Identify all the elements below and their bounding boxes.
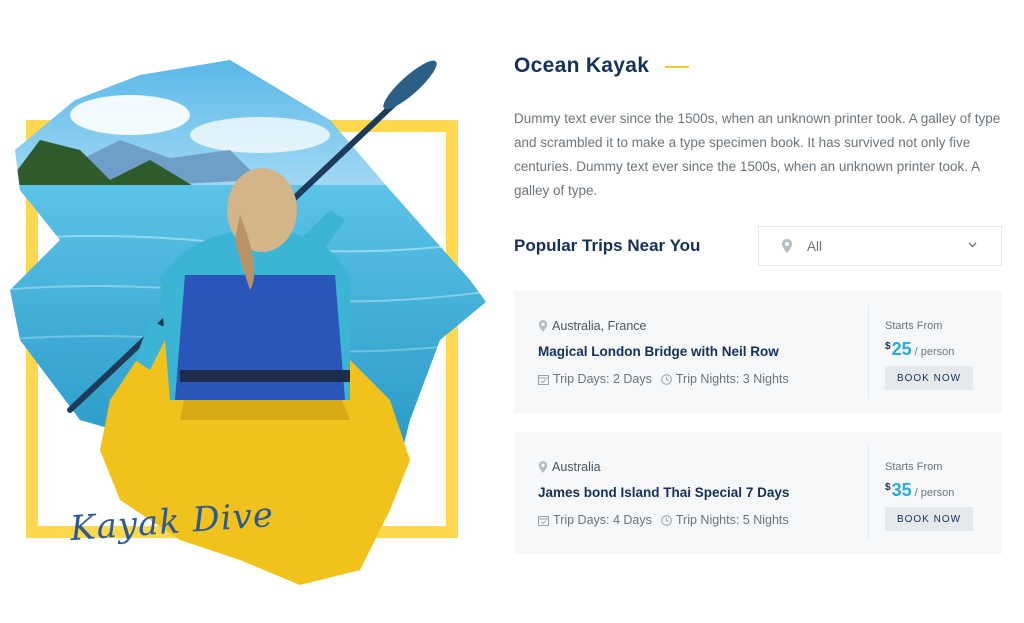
map-pin-icon — [538, 320, 548, 332]
hero-artwork: Kayak Dive — [0, 40, 500, 600]
starts-from-label: Starts From — [885, 461, 943, 473]
card-divider — [868, 305, 869, 399]
price-amount: 35 — [891, 480, 912, 500]
trip-name-link[interactable]: Magical London Bridge with Neil Row — [538, 344, 779, 359]
price-unit: / person — [914, 487, 955, 499]
calendar-icon — [538, 374, 549, 385]
clock-icon — [661, 514, 672, 526]
book-now-button[interactable]: BOOK NOW — [885, 366, 973, 390]
trip-price: $ 25 / person — [885, 339, 954, 359]
trip-meta: Trip Days: 4 Days Trip Nights: 5 Nights — [538, 513, 789, 527]
trip-nights: Trip Nights: 5 Nights — [675, 513, 789, 527]
clock-icon — [661, 373, 672, 385]
intro-section: Ocean Kayak Dummy text ever since the 15… — [514, 52, 1002, 203]
price-currency: $ — [885, 341, 891, 352]
price-unit: / person — [914, 346, 955, 358]
trips-heading: Popular Trips Near You — [514, 236, 701, 255]
location-filter-select[interactable]: All — [758, 226, 1002, 266]
page-title: Ocean Kayak — [514, 54, 650, 77]
trip-name-link[interactable]: James bond Island Thai Special 7 Days — [538, 485, 789, 500]
trip-card[interactable]: Australia James bond Island Thai Special… — [514, 432, 1002, 554]
filter-selected-value: All — [807, 238, 823, 254]
trip-days: Trip Days: 4 Days — [553, 513, 652, 527]
title-accent-line — [665, 66, 690, 68]
book-now-button[interactable]: BOOK NOW — [885, 507, 973, 531]
chevron-down-icon — [968, 242, 977, 248]
trip-location: Australia, France — [538, 319, 646, 333]
trips-header: Popular Trips Near You All — [514, 226, 1002, 266]
description: Dummy text ever since the 1500s, when an… — [514, 111, 1001, 198]
trip-price: $ 35 / person — [885, 480, 954, 500]
trip-nights: Trip Nights: 3 Nights — [675, 372, 789, 386]
trip-location: Australia — [538, 460, 601, 474]
price-amount: 25 — [891, 339, 912, 359]
trip-location-text: Australia, France — [552, 319, 647, 333]
trip-days: Trip Days: 2 Days — [553, 372, 652, 386]
price-currency: $ — [885, 482, 891, 493]
trip-meta: Trip Days: 2 Days Trip Nights: 3 Nights — [538, 372, 789, 386]
calendar-icon — [538, 515, 549, 526]
trip-card[interactable]: Australia, France Magical London Bridge … — [514, 291, 1002, 413]
trip-location-text: Australia — [552, 460, 601, 474]
map-pin-icon — [782, 239, 792, 253]
map-pin-icon — [538, 461, 548, 473]
card-divider — [868, 446, 869, 540]
starts-from-label: Starts From — [885, 320, 943, 332]
